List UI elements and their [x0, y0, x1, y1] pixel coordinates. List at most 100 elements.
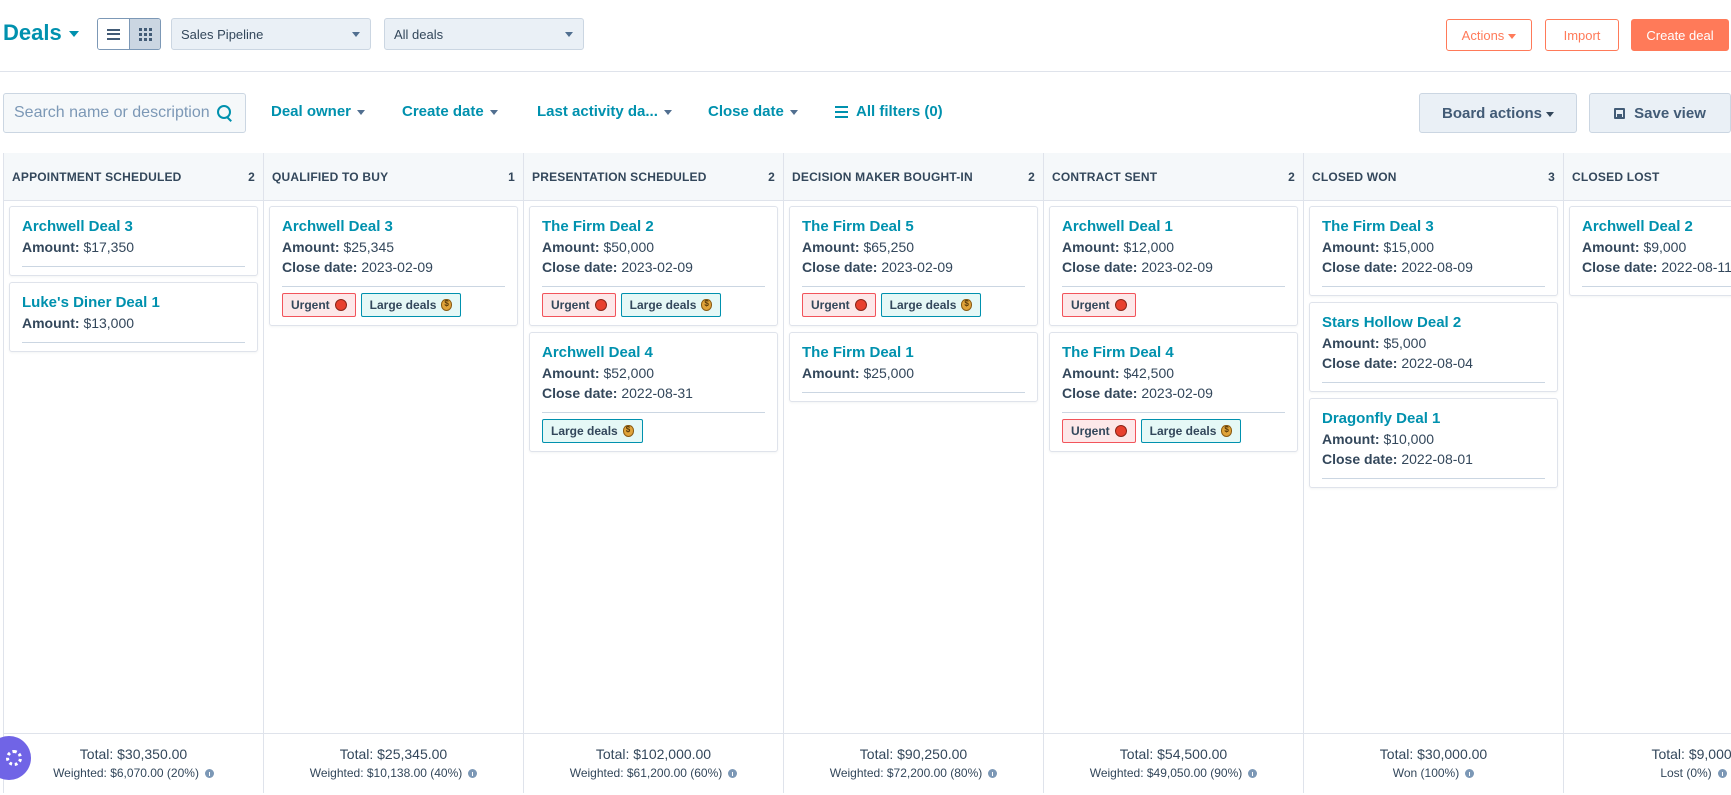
search-icon[interactable]	[217, 105, 233, 121]
angry-face-icon	[594, 299, 607, 311]
stage-header[interactable]: QUALIFIED TO BUY 1	[264, 153, 523, 201]
info-icon[interactable]	[204, 768, 214, 778]
stage-weighted: Lost (0%)	[1564, 766, 1731, 780]
large-deals-tag[interactable]: Large deals	[360, 293, 462, 317]
money-bag-icon	[1221, 425, 1233, 437]
grid-icon	[138, 27, 152, 41]
chevron-down-icon	[789, 109, 798, 115]
large-deals-tag[interactable]: Large deals	[1140, 419, 1242, 443]
deal-card[interactable]: The Firm Deal 4 Amount: $42,500 Close date…	[1049, 332, 1298, 452]
urgent-tag[interactable]: Urgent	[1062, 293, 1136, 317]
stage-header[interactable]: CLOSED LOST	[1564, 153, 1731, 201]
amount-value: $17,350	[83, 239, 135, 255]
angry-face-icon	[1114, 425, 1127, 437]
info-icon[interactable]	[1248, 768, 1258, 778]
deal-card[interactable]: The Firm Deal 2 Amount: $50,000 Close date…	[529, 206, 778, 326]
stage-cards: The Firm Deal 3 Amount: $15,000 Close date…	[1304, 201, 1563, 733]
save-view-button[interactable]: Save view	[1589, 93, 1731, 133]
deal-close-date: Close date: 2022-08-04	[1322, 353, 1545, 373]
deal-card[interactable]: The Firm Deal 1 Amount: $25,000	[789, 332, 1038, 402]
info-icon[interactable]	[1717, 768, 1727, 778]
deal-card[interactable]: The Firm Deal 5 Amount: $65,250 Close date…	[789, 206, 1038, 326]
deal-owner-filter-label: Deal owner	[271, 103, 352, 120]
deal-name-link[interactable]: Archwell Deal 2	[1582, 217, 1731, 237]
deal-name-link[interactable]: The Firm Deal 4	[1062, 343, 1285, 363]
deal-card[interactable]: Luke's Diner Deal 1 Amount: $13,000	[9, 282, 258, 352]
create-date-filter[interactable]: Create date	[402, 103, 498, 120]
deal-card[interactable]: Archwell Deal 1 Amount: $12,000 Close date…	[1049, 206, 1298, 326]
close-date-filter[interactable]: Close date	[708, 103, 798, 120]
amount-value: $5,000	[1383, 335, 1427, 351]
info-icon[interactable]	[728, 768, 738, 778]
stage-header[interactable]: CLOSED WON 3	[1304, 153, 1563, 201]
pipeline-select[interactable]: Sales Pipeline	[171, 18, 371, 50]
deal-card[interactable]: Archwell Deal 3 Amount: $25,345 Close date…	[269, 206, 518, 326]
amount-label: Amount:	[1322, 239, 1380, 255]
deal-owner-filter[interactable]: Deal owner	[271, 103, 366, 120]
close-date-value: 2022-08-31	[621, 385, 693, 401]
actions-button[interactable]: Actions	[1446, 19, 1532, 51]
stage-title: CLOSED LOST	[1572, 169, 1660, 184]
close-date-value: 2022-08-09	[1401, 259, 1473, 275]
close-date-value: 2023-02-09	[361, 259, 433, 275]
deal-close-date: Close date: 2023-02-09	[1062, 383, 1285, 403]
save-icon	[1614, 107, 1626, 119]
board-view-button[interactable]	[129, 19, 160, 49]
list-view-button[interactable]	[98, 19, 129, 49]
deal-card[interactable]: Archwell Deal 3 Amount: $17,350	[9, 206, 258, 276]
deal-card[interactable]: Dragonfly Deal 1 Amount: $10,000 Close dat…	[1309, 398, 1558, 488]
deal-name-link[interactable]: The Firm Deal 2	[542, 217, 765, 237]
deal-name-link[interactable]: Archwell Deal 4	[542, 343, 765, 363]
amount-label: Amount:	[282, 239, 340, 255]
amount-value: $25,000	[863, 365, 915, 381]
deal-name-link[interactable]: Dragonfly Deal 1	[1322, 409, 1545, 429]
deal-card[interactable]: Stars Hollow Deal 2 Amount: $5,000 Close d…	[1309, 302, 1558, 392]
import-button[interactable]: Import	[1545, 19, 1619, 51]
close-date-label: Close date:	[1062, 385, 1138, 401]
info-icon[interactable]	[1465, 768, 1475, 778]
search-input[interactable]	[14, 104, 209, 122]
urgent-tag[interactable]: Urgent	[1062, 419, 1136, 443]
large-deals-tag-label: Large deals	[1149, 424, 1217, 438]
urgent-tag[interactable]: Urgent	[542, 293, 616, 317]
stage-column: CONTRACT SENT 2 Archwell Deal 1 Amount: $12…	[1043, 153, 1303, 793]
create-deal-button[interactable]: Create deal	[1631, 19, 1729, 51]
deal-name-link[interactable]: The Firm Deal 3	[1322, 217, 1545, 237]
urgent-tag[interactable]: Urgent	[802, 293, 876, 317]
deal-card[interactable]: Archwell Deal 4 Amount: $52,000 Close date…	[529, 332, 778, 452]
large-deals-tag[interactable]: Large deals	[880, 293, 982, 317]
info-icon[interactable]	[988, 768, 998, 778]
last-activity-filter[interactable]: Last activity da...	[537, 103, 672, 120]
object-switcher[interactable]: Deals	[3, 20, 79, 46]
deal-name-link[interactable]: Archwell Deal 3	[282, 217, 505, 237]
deal-card[interactable]: Archwell Deal 2 Amount: $9,000 Close date:…	[1569, 206, 1731, 296]
large-deals-tag[interactable]: Large deals	[542, 419, 643, 443]
deal-name-link[interactable]: Stars Hollow Deal 2	[1322, 313, 1545, 333]
deal-tags: Urgent Large deals	[802, 293, 1025, 317]
stage-header[interactable]: CONTRACT SENT 2	[1044, 153, 1303, 201]
deal-name-link[interactable]: The Firm Deal 1	[802, 343, 1025, 363]
close-date-label: Close date:	[1322, 451, 1398, 467]
stage-footer: Total: $90,250.00 Weighted: $72,200.00 (8…	[784, 733, 1043, 793]
board-actions-button[interactable]: Board actions	[1419, 93, 1577, 133]
deal-name-link[interactable]: Luke's Diner Deal 1	[22, 293, 245, 313]
urgent-tag-label: Urgent	[551, 298, 590, 312]
deal-card[interactable]: The Firm Deal 3 Amount: $15,000 Close date…	[1309, 206, 1558, 296]
deal-name-link[interactable]: Archwell Deal 3	[22, 217, 245, 237]
page-title[interactable]: Deals	[3, 20, 62, 46]
large-deals-tag[interactable]: Large deals	[620, 293, 722, 317]
stage-weighted: Weighted: $72,200.00 (80%)	[784, 766, 1043, 780]
stage-header[interactable]: APPOINTMENT SCHEDULED 2	[4, 153, 263, 201]
info-icon[interactable]	[468, 768, 478, 778]
all-filters-button[interactable]: All filters (0)	[835, 103, 943, 120]
deal-name-link[interactable]: Archwell Deal 1	[1062, 217, 1285, 237]
stage-header[interactable]: PRESENTATION SCHEDULED 2	[524, 153, 783, 201]
loading-icon	[6, 750, 22, 766]
board-actions-label: Board actions	[1441, 104, 1543, 122]
stage-header[interactable]: DECISION MAKER BOUGHT-IN 2	[784, 153, 1043, 201]
stage-footer: Total: $9,000. Lost (0%)	[1564, 733, 1731, 793]
stage-footer: Total: $25,345.00 Weighted: $10,138.00 (4…	[264, 733, 523, 793]
deal-name-link[interactable]: The Firm Deal 5	[802, 217, 1025, 237]
view-select[interactable]: All deals	[384, 18, 584, 50]
urgent-tag[interactable]: Urgent	[282, 293, 356, 317]
